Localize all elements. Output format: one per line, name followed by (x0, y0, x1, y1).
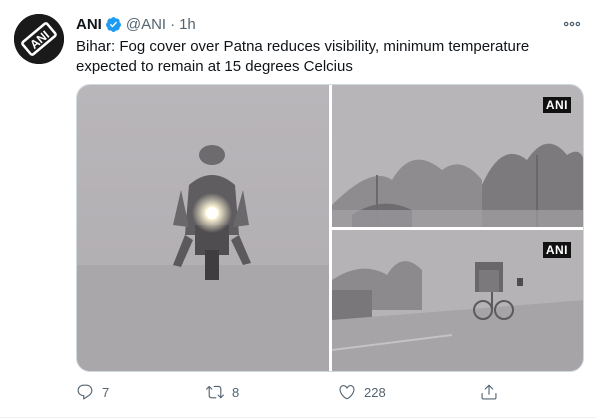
retweet-icon (206, 385, 224, 399)
tweet-actions: 7 8 228 (76, 382, 506, 402)
like-icon (339, 385, 355, 400)
like-count: 228 (364, 384, 386, 400)
more-icon[interactable] (562, 14, 582, 34)
tweet[interactable]: ANI ANI @ANI · 1h Bihar: Fog cover over … (0, 0, 596, 418)
reply-icon (77, 384, 93, 400)
reply-count: 7 (102, 384, 110, 400)
ani-watermark: ANI (542, 242, 571, 258)
share-button[interactable] (480, 382, 506, 402)
media-image-motorcycle[interactable] (77, 85, 329, 371)
verified-badge-icon (105, 16, 121, 32)
media-image-trees[interactable]: ANI (332, 85, 583, 227)
reply-button[interactable]: 7 (76, 382, 109, 402)
tweet-header: ANI @ANI · 1h (76, 14, 196, 34)
like-button[interactable]: 228 (338, 382, 386, 402)
author-name[interactable]: ANI (76, 16, 102, 33)
separator-dot: · (170, 15, 176, 33)
media-image-rickshaw[interactable]: ANI (332, 230, 583, 371)
avatar[interactable]: ANI (14, 14, 64, 64)
media-grid: ANI ANI (76, 84, 584, 372)
author-handle[interactable]: @ANI (126, 16, 166, 33)
tweet-text: Bihar: Fog cover over Patna reduces visi… (76, 38, 530, 75)
retweet-button[interactable]: 8 (206, 382, 239, 402)
ani-watermark: ANI (542, 97, 571, 113)
retweet-count: 8 (232, 384, 240, 400)
share-icon (481, 384, 497, 400)
tweet-time[interactable]: 1h (179, 16, 196, 33)
